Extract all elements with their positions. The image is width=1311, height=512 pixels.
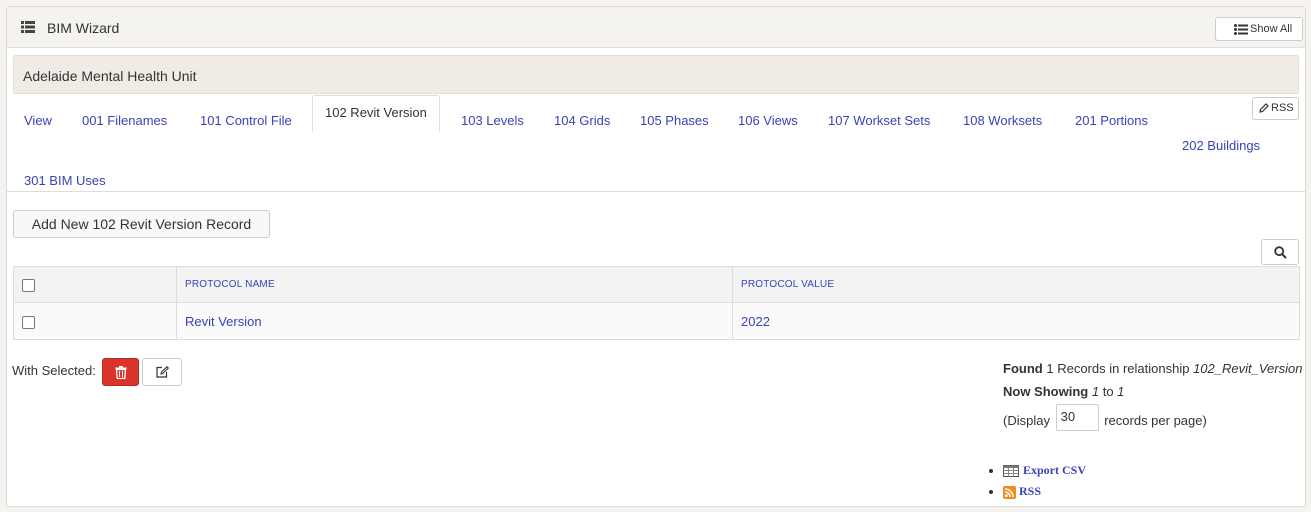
select-all-cell xyxy=(13,266,177,303)
with-selected-label: With Selected: xyxy=(12,363,96,378)
column-protocol-name[interactable]: PROTOCOL NAME xyxy=(176,266,733,303)
per-page-control: (Display 30 records per page) xyxy=(1003,404,1207,431)
protocol-name-link[interactable]: Revit Version xyxy=(185,314,262,329)
display-suffix: records per page) xyxy=(1104,412,1207,428)
export-list: Export CSV RSS xyxy=(987,463,1086,505)
tab-301-bim-uses[interactable]: 301 BIM Uses xyxy=(24,173,106,188)
trash-icon xyxy=(115,366,127,379)
page-title: BIM Wizard xyxy=(47,20,120,36)
showing-summary: Now Showing 1 to 1 xyxy=(1003,384,1124,399)
tab-102-revit-version[interactable]: 102 Revit Version xyxy=(312,95,440,132)
edit-selected-button[interactable] xyxy=(142,358,182,386)
showing-label: Now Showing xyxy=(1003,384,1089,399)
search-button[interactable] xyxy=(1261,239,1299,265)
list-item: RSS xyxy=(1003,484,1086,505)
list-item: Export CSV xyxy=(1003,463,1086,484)
tab-104-grids[interactable]: 104 Grids xyxy=(554,113,610,128)
tab-bar: View 001 Filenames 101 Control File 102 … xyxy=(7,95,1305,192)
panel-header: BIM Wizard Show All xyxy=(7,7,1305,48)
tab-view[interactable]: View xyxy=(24,113,52,128)
showing-to: 1 xyxy=(1117,384,1125,399)
table-header-row: PROTOCOL NAME PROTOCOL VALUE xyxy=(13,266,1300,303)
showing-from: 1 xyxy=(1091,384,1100,399)
per-page-input[interactable]: 30 xyxy=(1055,404,1099,431)
showing-to-word: to xyxy=(1102,384,1114,399)
edit-icon xyxy=(156,366,169,378)
display-prefix: (Display xyxy=(1003,412,1050,428)
tab-105-phases[interactable]: 105 Phases xyxy=(640,113,709,128)
tab-202-buildings[interactable]: 202 Buildings xyxy=(1182,138,1260,153)
tab-108-worksets[interactable]: 108 Worksets xyxy=(963,113,1042,128)
records-table: PROTOCOL NAME PROTOCOL VALUE Revit Versi… xyxy=(13,266,1300,340)
spreadsheet-icon xyxy=(1003,465,1019,478)
main-panel: BIM Wizard Show All Adelaide Mental Heal… xyxy=(6,6,1306,507)
tab-001-filenames[interactable]: 001 Filenames xyxy=(82,113,167,128)
table-row: Revit Version 2022 xyxy=(13,302,1300,340)
rss-button[interactable]: RSS xyxy=(1252,97,1299,120)
found-count: 1 xyxy=(1046,361,1054,376)
pencil-icon xyxy=(1259,103,1269,113)
rss-button-label: RSS xyxy=(1271,102,1294,114)
show-all-button[interactable]: Show All xyxy=(1215,17,1303,41)
rss-feed-icon xyxy=(1003,485,1016,499)
found-text: Records in relationship xyxy=(1057,361,1190,376)
record-header: Adelaide Mental Health Unit xyxy=(13,55,1299,94)
add-record-button[interactable]: Add New 102 Revit Version Record xyxy=(13,210,270,238)
select-all-checkbox[interactable] xyxy=(22,279,35,293)
column-protocol-value[interactable]: PROTOCOL VALUE xyxy=(732,266,1300,303)
rss-feed-link[interactable]: RSS xyxy=(1019,484,1041,498)
row-checkbox[interactable] xyxy=(22,315,35,329)
list-icon xyxy=(21,21,35,33)
tab-201-portions[interactable]: 201 Portions xyxy=(1075,113,1148,128)
protocol-name-cell: Revit Version xyxy=(176,302,733,340)
record-title: Adelaide Mental Health Unit xyxy=(23,68,197,84)
tab-107-workset-sets[interactable]: 107 Workset Sets xyxy=(828,113,930,128)
found-summary: Found 1 Records in relationship 102_Revi… xyxy=(1003,361,1302,376)
tab-106-views[interactable]: 106 Views xyxy=(738,113,798,128)
delete-selected-button[interactable] xyxy=(102,358,139,386)
protocol-value-link[interactable]: 2022 xyxy=(741,314,770,329)
protocol-value-cell: 2022 xyxy=(732,302,1300,340)
search-icon xyxy=(1274,246,1287,259)
tab-101-control-file[interactable]: 101 Control File xyxy=(200,113,292,128)
tab-103-levels[interactable]: 103 Levels xyxy=(461,113,524,128)
found-label: Found xyxy=(1003,361,1043,376)
list-icon xyxy=(1234,24,1248,35)
export-csv-link[interactable]: Export CSV xyxy=(1023,463,1086,477)
row-select-cell xyxy=(13,302,177,340)
relationship-name: 102_Revit_Version xyxy=(1193,361,1303,376)
show-all-label: Show All xyxy=(1250,23,1293,35)
